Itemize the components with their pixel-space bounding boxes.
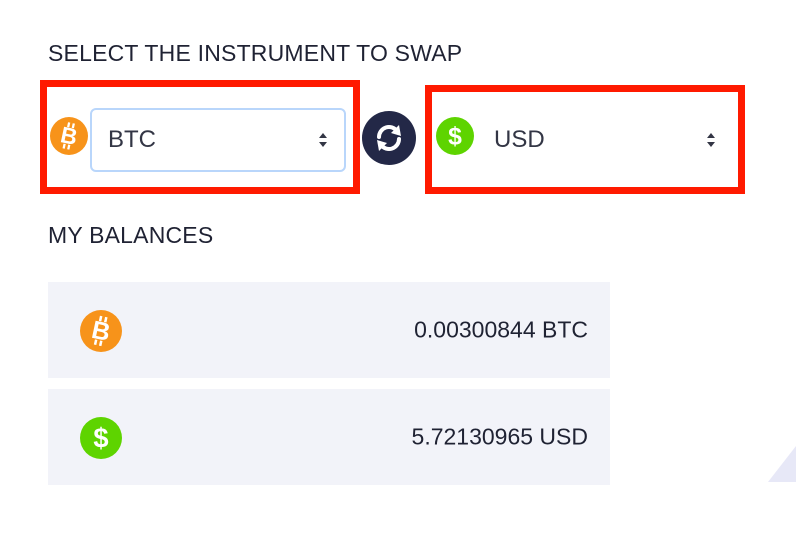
balance-row-btc: B 0.00300844 BTC [48,282,610,378]
to-instrument-value: USD [494,126,545,153]
balance-row-usd: $ 5.72130965 USD [48,389,610,485]
dollar-icon: $ [436,117,474,155]
swap-panel: SELECT THE INSTRUMENT TO SWAP B BTC $ US… [0,0,796,548]
swap-direction-button[interactable] [362,111,416,165]
swap-section-title: SELECT THE INSTRUMENT TO SWAP [48,40,463,66]
bitcoin-icon: B [80,310,122,352]
swap-arrows-icon [377,125,401,151]
from-instrument-select[interactable]: BTC [90,108,346,172]
balance-amount: 5.72130965 USD [411,423,588,450]
corner-decoration [768,446,796,482]
balances-section-title: MY BALANCES [48,222,214,248]
bitcoin-icon: B [50,117,88,155]
to-instrument-select[interactable]: USD [478,108,730,172]
dollar-icon: $ [80,417,122,459]
svg-text:$: $ [448,124,462,151]
from-instrument-value: BTC [108,126,156,153]
select-caret-icon [707,133,715,147]
svg-text:$: $ [93,422,108,453]
select-caret-icon [319,133,327,147]
balance-amount: 0.00300844 BTC [414,316,588,343]
